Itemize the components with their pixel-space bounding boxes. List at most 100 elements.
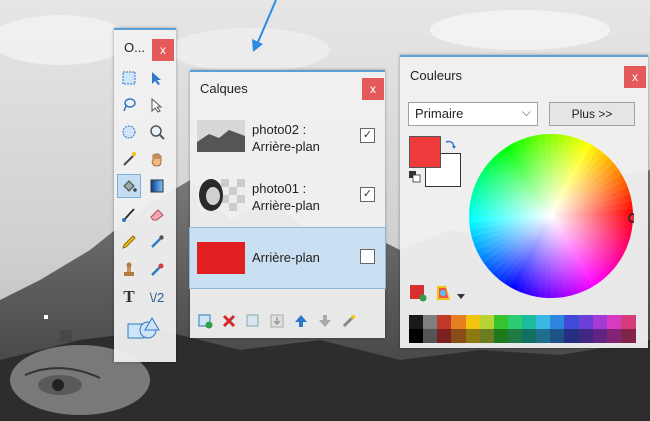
palette-swatch[interactable]	[409, 315, 424, 329]
layer-name: Arrière-plan	[252, 250, 320, 265]
panel-top-line	[114, 28, 176, 30]
palette-menu-icon[interactable]	[434, 284, 452, 302]
color-wheel[interactable]	[468, 133, 634, 299]
palette-swatch[interactable]	[522, 315, 537, 329]
palette-swatch[interactable]	[451, 315, 466, 329]
line-curve-icon[interactable]: \/2	[146, 286, 168, 308]
layer-properties-icon[interactable]	[340, 312, 358, 330]
rectangle-select-icon[interactable]	[118, 67, 140, 89]
palette-swatch[interactable]	[507, 315, 523, 329]
palette-swatch[interactable]	[409, 329, 424, 343]
text-tool-glyph: T	[123, 287, 135, 306]
colors-close-button[interactable]: x	[624, 66, 646, 88]
gradient-icon[interactable]	[146, 175, 168, 197]
palette-swatch[interactable]	[423, 329, 438, 343]
layer-name: photo01 : Arrière-plan	[252, 180, 320, 214]
palette-swatch[interactable]	[522, 329, 537, 343]
lasso-select-icon[interactable]	[118, 94, 140, 116]
palette-swatch[interactable]	[550, 315, 565, 329]
palette-swatch[interactable]	[564, 329, 579, 343]
layer-name-line1: photo01 :	[252, 181, 307, 196]
palette-swatch[interactable]	[620, 329, 636, 343]
palette-swatch[interactable]	[465, 329, 481, 343]
palette-swatch[interactable]	[606, 315, 622, 329]
layer-row-arriere-plan[interactable]: Arrière-plan	[189, 227, 386, 289]
palette-swatch[interactable]	[536, 315, 551, 329]
layers-panel-title: Calques	[200, 81, 248, 96]
layer-thumbnail	[197, 120, 245, 152]
palette-swatch[interactable]	[479, 329, 495, 343]
add-to-palette-icon[interactable]	[409, 284, 427, 302]
palette-swatch[interactable]	[592, 315, 608, 329]
palette-swatch[interactable]	[423, 315, 438, 329]
paintbrush-icon[interactable]	[118, 203, 140, 225]
layer-visibility-checkbox[interactable]: ✓	[360, 128, 375, 143]
pencil-icon[interactable]	[118, 231, 140, 253]
tools-close-button[interactable]: x	[152, 39, 174, 61]
palette-swatch[interactable]	[493, 315, 509, 329]
duplicate-layer-icon[interactable]	[244, 312, 262, 330]
move-selected-icon[interactable]	[146, 94, 168, 116]
add-layer-icon[interactable]	[196, 312, 214, 330]
shapes-icon[interactable]	[124, 314, 162, 344]
layer-name-line2: Arrière-plan	[252, 198, 320, 213]
paint-bucket-icon[interactable]	[117, 174, 141, 198]
reset-colors-icon[interactable]	[409, 170, 421, 183]
palette-swatch[interactable]	[437, 315, 452, 329]
palette-swatch[interactable]	[564, 315, 579, 329]
layers-close-button[interactable]: x	[362, 78, 384, 100]
palette-swatch[interactable]	[550, 329, 565, 343]
palette-swatch[interactable]	[620, 315, 636, 329]
magic-wand-icon[interactable]	[118, 148, 140, 170]
color-wheel-handle[interactable]	[628, 213, 634, 223]
layers-panel: Calques x photo02 : Arrière-plan ✓ photo…	[189, 70, 386, 338]
text-tool-icon[interactable]: T	[118, 286, 140, 308]
palette-swatch[interactable]	[465, 315, 481, 329]
pan-hand-icon[interactable]	[146, 148, 168, 170]
palette-swatch[interactable]	[479, 315, 495, 329]
palette-swatch[interactable]	[493, 329, 509, 343]
tools-panel: O... x T \/2	[114, 28, 176, 362]
layer-name-line2: Arrière-plan	[252, 139, 320, 154]
chevron-down-icon: ⌵	[521, 105, 531, 119]
color-picker-icon[interactable]	[146, 231, 168, 253]
layers-toolbar	[190, 308, 385, 334]
swap-colors-icon[interactable]	[443, 138, 457, 150]
merge-layer-down-icon[interactable]	[268, 312, 286, 330]
zoom-icon[interactable]	[146, 121, 168, 143]
ellipse-select-icon[interactable]	[118, 121, 140, 143]
delete-layer-icon[interactable]	[220, 312, 238, 330]
color-palette	[409, 315, 636, 343]
layer-name: photo02 : Arrière-plan	[252, 121, 320, 155]
move-layer-up-icon[interactable]	[292, 312, 310, 330]
colors-panel-title: Couleurs	[410, 68, 463, 83]
color-mode-value: Primaire	[415, 106, 464, 121]
palette-swatch[interactable]	[578, 315, 594, 329]
eraser-icon[interactable]	[146, 203, 168, 225]
layer-name-line1: photo02 :	[252, 122, 307, 137]
line-tool-glyph: \/2	[149, 289, 165, 305]
move-layer-down-icon[interactable]	[316, 312, 334, 330]
layer-thumbnail	[197, 179, 245, 211]
palette-swatch[interactable]	[606, 329, 622, 343]
palette-dropdown-icon[interactable]	[456, 288, 466, 299]
layer-visibility-checkbox[interactable]: ✓	[360, 187, 375, 202]
palette-swatch[interactable]	[578, 329, 594, 343]
palette-swatch[interactable]	[592, 329, 608, 343]
color-mode-select[interactable]: Primaire ⌵	[408, 102, 538, 126]
palette-swatch[interactable]	[536, 329, 551, 343]
layer-row-photo02[interactable]: photo02 : Arrière-plan ✓	[190, 107, 385, 165]
more-button[interactable]: Plus >>	[549, 102, 635, 126]
clone-stamp-icon[interactable]	[118, 259, 140, 281]
palette-swatch[interactable]	[437, 329, 452, 343]
layer-row-photo01[interactable]: photo01 : Arrière-plan ✓	[190, 166, 385, 224]
recolor-icon[interactable]	[146, 259, 168, 281]
primary-color-swatch[interactable]	[409, 136, 441, 168]
palette-swatch[interactable]	[451, 329, 466, 343]
palette-swatch[interactable]	[507, 329, 523, 343]
tools-panel-title: O...	[124, 40, 145, 55]
panel-top-line	[400, 55, 648, 57]
move-selection-icon[interactable]	[146, 67, 168, 89]
layer-visibility-checkbox[interactable]	[360, 249, 375, 264]
layer-thumbnail	[197, 242, 245, 274]
